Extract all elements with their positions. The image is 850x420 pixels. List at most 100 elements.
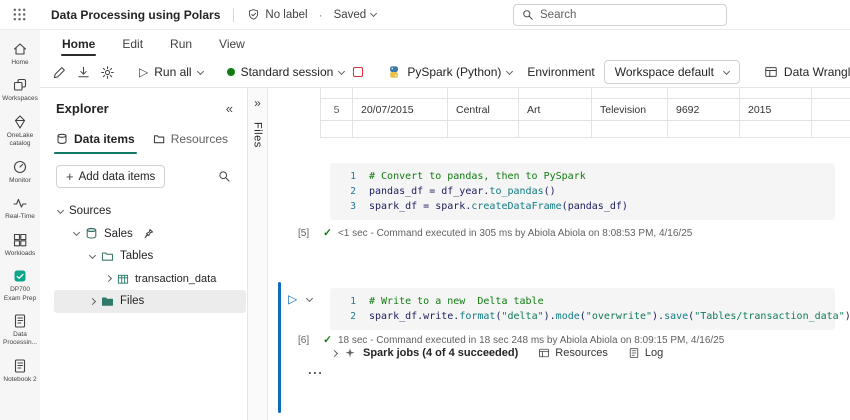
pen-button[interactable]	[52, 65, 67, 80]
code-line: 2 pandas_df = df_year.to_pandas()	[338, 184, 827, 199]
chevron-down-icon	[506, 67, 514, 75]
data-wrangler-label: Data Wrangler	[783, 65, 850, 79]
chevron-down-icon[interactable]	[306, 294, 314, 302]
explorer-panel: Explorer « Data items Resources + Add da…	[40, 88, 248, 420]
explorer-search-icon[interactable]	[218, 170, 231, 183]
tab-data-items[interactable]: Data items	[48, 125, 143, 154]
tab-home[interactable]: Home	[60, 30, 97, 57]
explorer-actions: + Add data items	[40, 154, 247, 196]
code-text: # Write to a new Delta table	[369, 296, 544, 307]
line-number: 2	[350, 311, 356, 322]
tree-node-sales-lakehouse[interactable]: Sales	[54, 223, 246, 246]
run-all-label: Run all	[154, 65, 192, 79]
success-check-icon: ✓	[323, 334, 332, 346]
settings-button[interactable]	[100, 65, 115, 80]
sensitivity-label-text: No label	[265, 8, 308, 21]
download-button[interactable]	[76, 65, 91, 80]
chevron-down-icon	[722, 67, 730, 75]
save-status-text: Saved	[333, 8, 367, 21]
environment-label: Environment	[527, 65, 595, 79]
code-cell-2-editor[interactable]: 1 # Write to a new Delta table 2 spark_df.w…	[330, 288, 850, 330]
code-line: 2 spark_df.write.format("delta").mode("ov…	[338, 309, 850, 324]
data-items-icon	[57, 133, 67, 144]
spark-jobs-row: Spark jobs (4 of 4 succeeded) Resources …	[330, 347, 663, 359]
tree-node-transaction-data[interactable]: transaction_data	[54, 268, 246, 291]
log-label: Log	[644, 347, 664, 359]
ribbon-tabs: Home Edit Run View	[40, 30, 850, 57]
spark-icon	[345, 348, 355, 358]
workspace-icon	[14, 270, 26, 282]
save-status-button[interactable]: Saved	[333, 8, 378, 21]
add-data-items-button[interactable]: + Add data items	[56, 165, 166, 188]
rail-item-workspace-dp700[interactable]: DP700 Exam Prep	[0, 263, 40, 308]
rail-item-workloads[interactable]: Workloads	[0, 227, 40, 263]
tree-node-sources[interactable]: Sources	[54, 200, 246, 223]
expand-panel-icon[interactable]: »	[254, 96, 261, 110]
app-launcher-icon[interactable]	[12, 7, 28, 23]
workspace-label: Workspace default	[614, 65, 714, 79]
rail-item-monitor[interactable]: Monitor	[0, 154, 40, 190]
code-text: spark_df.write.format("delta").mode("ove…	[369, 311, 850, 322]
log-button[interactable]: Log	[628, 347, 663, 359]
expand-jobs-icon[interactable]	[330, 349, 339, 357]
folder-icon	[153, 135, 164, 144]
code-text: spark_df = spark.createDataFrame(pandas_…	[369, 201, 628, 212]
log-icon	[629, 348, 639, 358]
tree-node-files-folder[interactable]: Files	[54, 290, 246, 313]
tree-node-label: Files	[120, 295, 145, 308]
rail-label: Data Processin...	[3, 330, 37, 347]
chevron-down-icon	[196, 67, 204, 75]
code-line: 3 spark_df = spark.createDataFrame(pandas…	[338, 199, 827, 214]
environment-button[interactable]: Environment	[527, 65, 594, 79]
pin-icon[interactable]	[143, 228, 154, 239]
search-input[interactable]	[540, 9, 718, 21]
stop-session-button[interactable]	[353, 67, 364, 77]
tab-view[interactable]: View	[219, 30, 245, 57]
line-number: 1	[350, 171, 356, 182]
sensitivity-label-button[interactable]: No label	[247, 8, 308, 21]
global-search[interactable]	[513, 4, 727, 26]
line-number: 3	[350, 201, 356, 212]
rail-label: DP700 Exam Prep	[3, 286, 37, 302]
rail-item-notebook-2[interactable]: Notebook 2	[0, 353, 40, 389]
rail-item-real-time[interactable]: Real-Time	[0, 190, 40, 226]
workspace-default-dropdown[interactable]: Workspace default	[603, 60, 740, 84]
notebook-canvas: 5 20/07/2015 Central Art Television 9692…	[268, 88, 850, 420]
chevron-right-icon	[88, 297, 97, 305]
tab-resources[interactable]: Resources	[145, 125, 236, 154]
rail-item-notebook-current[interactable]: Data Processin...	[0, 308, 40, 353]
tree-node-tables-folder[interactable]: Tables	[54, 245, 246, 268]
tab-edit[interactable]: Edit	[122, 30, 143, 57]
kernel-language-button[interactable]: PySpark (Python)	[387, 65, 514, 79]
rail-item-home[interactable]: Home	[0, 36, 40, 72]
rail-label: Notebook 2	[3, 375, 37, 383]
cell-2-controls: ▷	[288, 293, 314, 305]
spark-jobs-label[interactable]: Spark jobs (4 of 4 succeeded)	[363, 347, 518, 359]
navigation-rail: Home Workspaces OneLake catalog Monitor …	[0, 30, 40, 420]
grid-row-empty	[321, 121, 850, 138]
rail-label: Monitor	[9, 176, 31, 184]
tab-run[interactable]: Run	[170, 30, 192, 57]
code-cell-1-editor[interactable]: 1 # Convert to pandas, then to PySpark 2 pa…	[330, 163, 835, 220]
delta-table-icon	[117, 274, 129, 284]
cell-2-status: [6] ✓ 18 sec - Command executed in 18 se…	[298, 334, 724, 346]
run-all-button[interactable]: ▷ Run all	[139, 65, 204, 79]
grid-cell: Central	[448, 99, 519, 120]
data-wrangler-button[interactable]: Data Wrangler	[764, 65, 850, 79]
top-bar: Data Processing using Polars No label · …	[0, 0, 850, 30]
rail-item-workspaces[interactable]: Workspaces	[0, 72, 40, 108]
line-number: 1	[350, 296, 356, 307]
run-cell-button[interactable]: ▷	[288, 293, 297, 305]
collapse-explorer-button[interactable]: «	[226, 101, 233, 116]
files-side-tab-label: Files	[251, 122, 264, 148]
code-text: # Convert to pandas, then to PySpark	[369, 171, 586, 182]
workspaces-icon	[13, 79, 27, 91]
rail-label: Home	[11, 59, 29, 66]
files-side-tab[interactable]: » Files	[248, 88, 268, 420]
tree-node-label: Sources	[69, 205, 112, 218]
rail-label: Real-Time	[5, 213, 35, 221]
rail-item-onelake-catalog[interactable]: OneLake catalog	[0, 109, 40, 154]
session-status-button[interactable]: Standard session	[226, 65, 346, 79]
notebook-icon	[14, 314, 26, 328]
resources-button[interactable]: Resources	[538, 347, 608, 359]
